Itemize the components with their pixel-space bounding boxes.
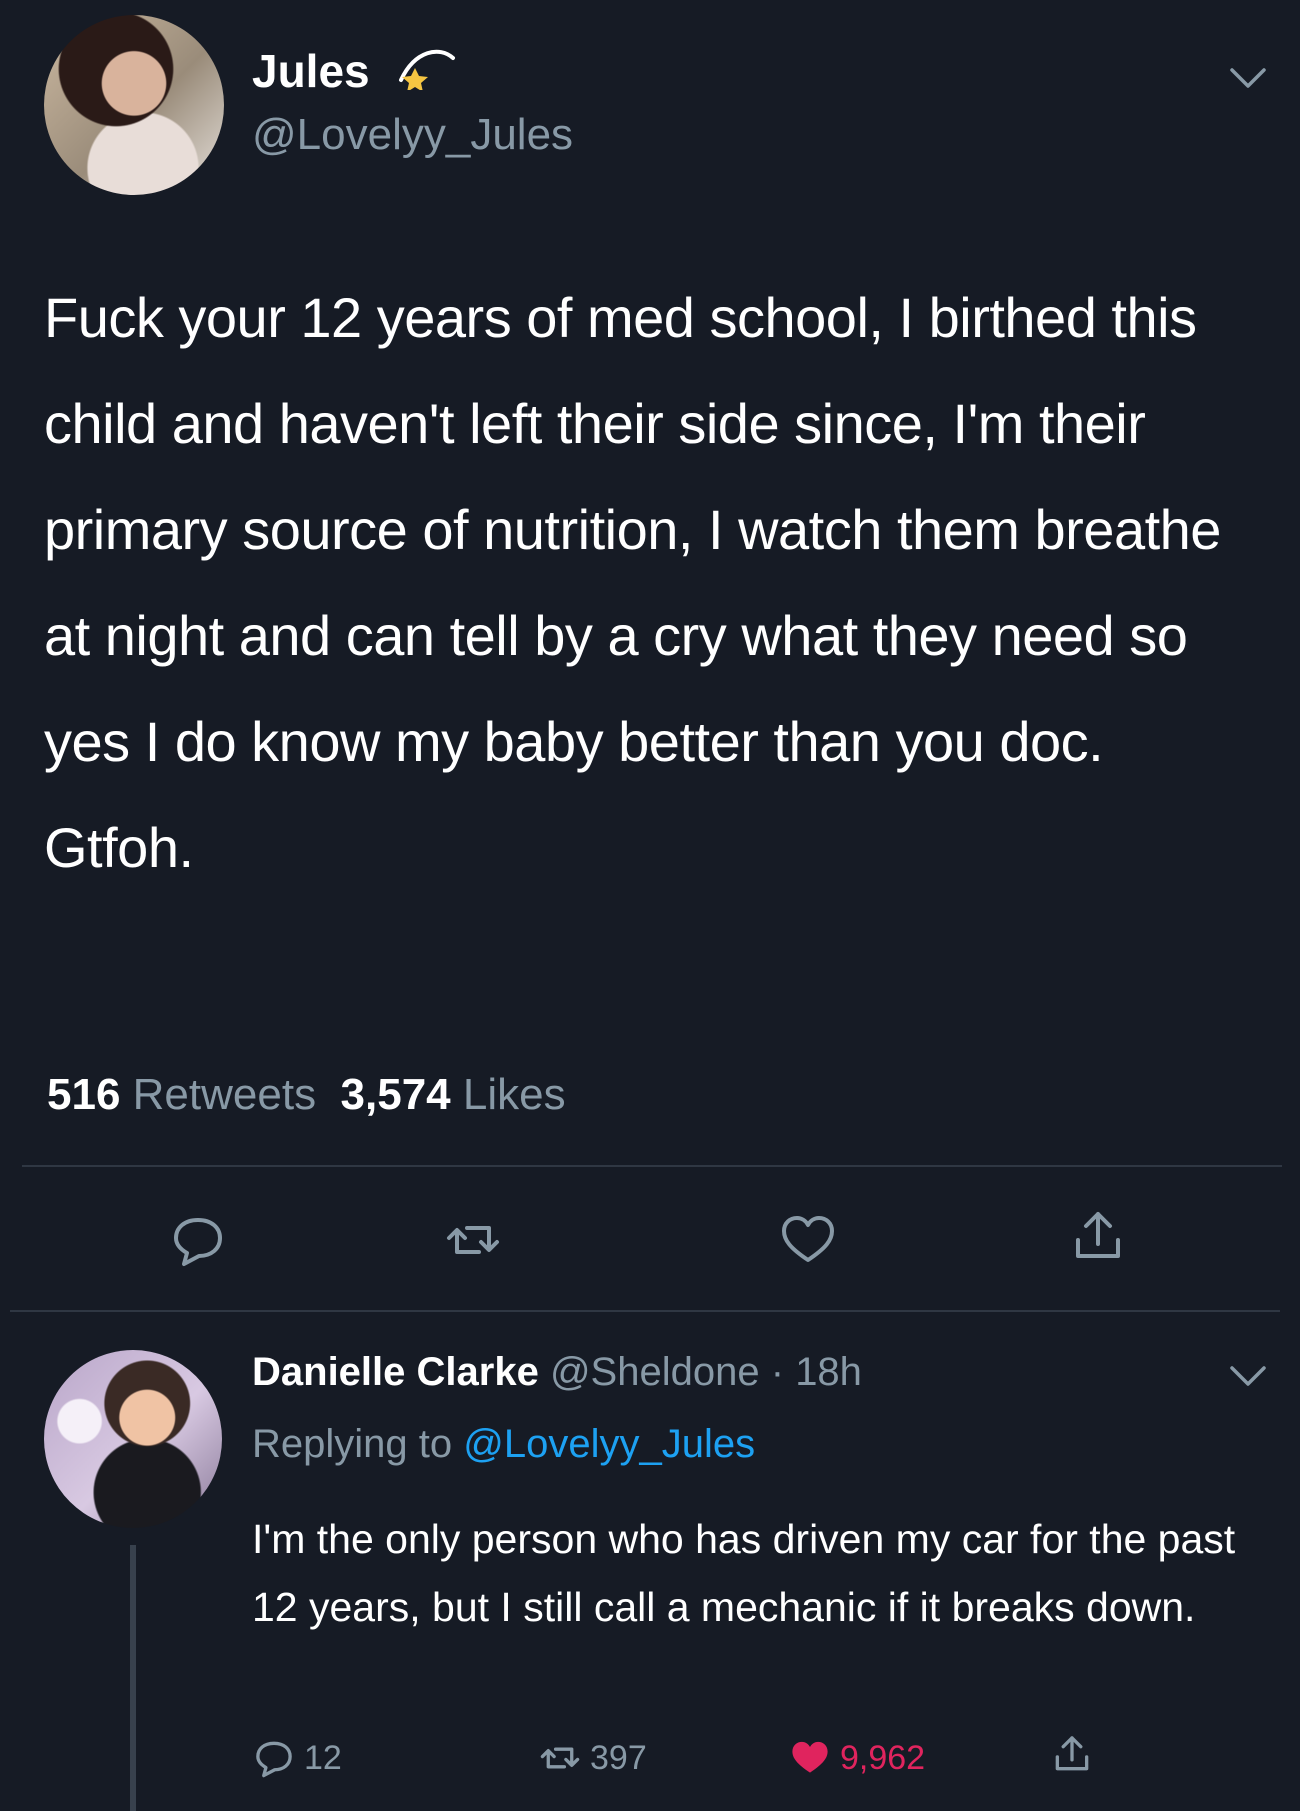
replying-to-mention[interactable]: @Lovelyy_Jules xyxy=(463,1422,755,1466)
reply-author-avatar[interactable] xyxy=(44,1350,222,1528)
divider xyxy=(22,1165,1282,1167)
retweet-icon[interactable] xyxy=(443,1210,503,1270)
divider xyxy=(10,1310,1280,1312)
share-icon xyxy=(1055,1736,1089,1771)
replying-to-label: Replying to xyxy=(252,1422,453,1466)
retweet-icon xyxy=(540,1747,580,1769)
reply-action[interactable]: 12 xyxy=(252,1736,342,1780)
like-action[interactable]: 9,962 xyxy=(788,1736,925,1780)
author-name[interactable]: Jules xyxy=(252,44,370,98)
share-icon[interactable] xyxy=(1068,1206,1128,1266)
shooting-star-icon xyxy=(399,49,455,90)
reply-icon[interactable] xyxy=(168,1210,228,1270)
tweet-text: Fuck your 12 years of med school, I birt… xyxy=(44,286,1221,879)
likes-label[interactable]: Likes xyxy=(463,1070,566,1119)
reply-time[interactable]: 18h xyxy=(795,1350,862,1394)
author-handle[interactable]: @Lovelyy_Jules xyxy=(252,110,573,160)
reply-header: Danielle Clarke @Sheldone · 18h xyxy=(252,1350,862,1395)
retweet-count: 397 xyxy=(590,1738,647,1777)
reply-author-name[interactable]: Danielle Clarke xyxy=(252,1350,539,1394)
share-action[interactable] xyxy=(1050,1732,1094,1776)
chevron-down-icon[interactable] xyxy=(1228,1362,1268,1390)
author-avatar[interactable] xyxy=(44,15,224,195)
reply-icon xyxy=(256,1741,292,1778)
heart-icon xyxy=(792,1741,828,1773)
reply-author-handle[interactable]: @Sheldone xyxy=(550,1350,760,1394)
like-count[interactable]: 3,574 xyxy=(341,1070,451,1119)
retweet-action[interactable]: 397 xyxy=(538,1736,647,1780)
separator-dot: · xyxy=(770,1350,785,1394)
replying-to: Replying to @Lovelyy_Jules xyxy=(252,1422,755,1467)
chevron-down-icon[interactable] xyxy=(1228,64,1268,92)
thread-line xyxy=(130,1545,136,1811)
reply-text: I'm the only person who has driven my ca… xyxy=(252,1516,1236,1630)
like-count: 9,962 xyxy=(840,1738,926,1777)
tweet-stats: 516 Retweets 3,574 Likes xyxy=(47,1070,566,1120)
heart-icon[interactable] xyxy=(778,1210,838,1270)
retweet-count[interactable]: 516 xyxy=(47,1070,120,1119)
reply-count: 12 xyxy=(304,1738,342,1777)
retweets-label[interactable]: Retweets xyxy=(133,1070,316,1119)
